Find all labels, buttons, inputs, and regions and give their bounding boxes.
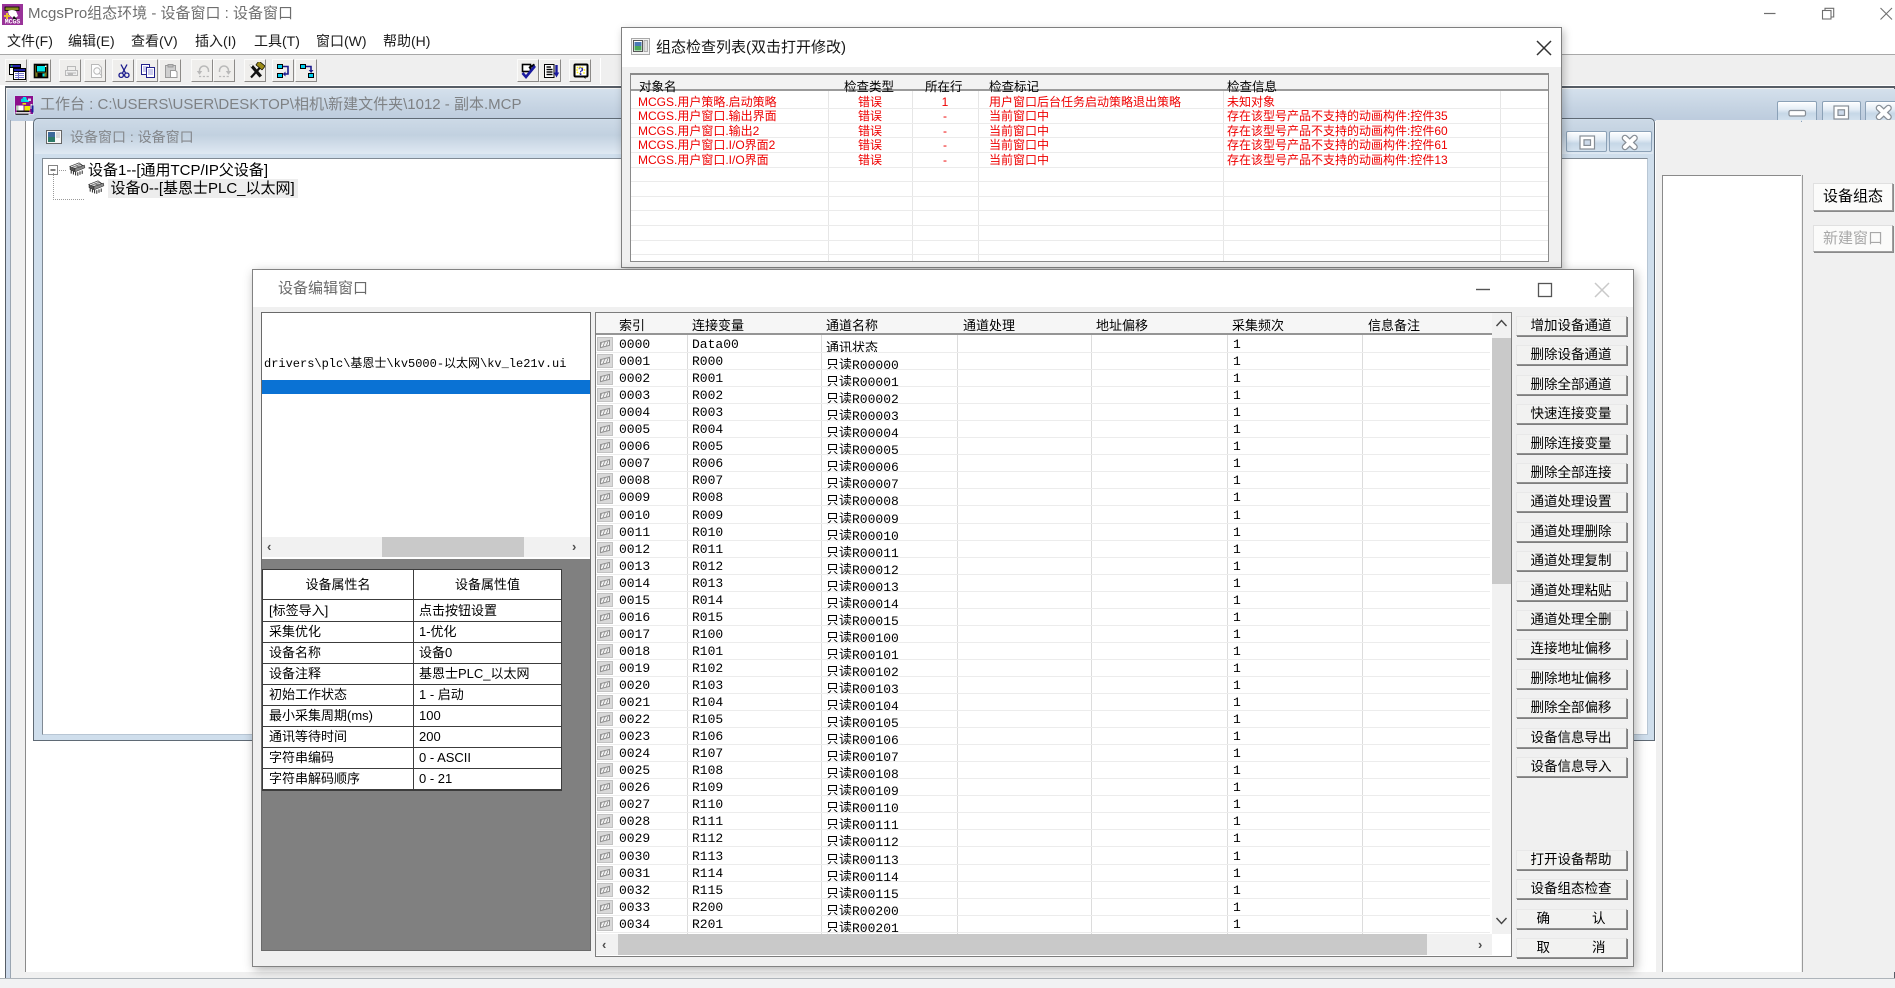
- svg-text:?: ?: [578, 66, 584, 78]
- svg-text:MCGS: MCGS: [5, 19, 21, 26]
